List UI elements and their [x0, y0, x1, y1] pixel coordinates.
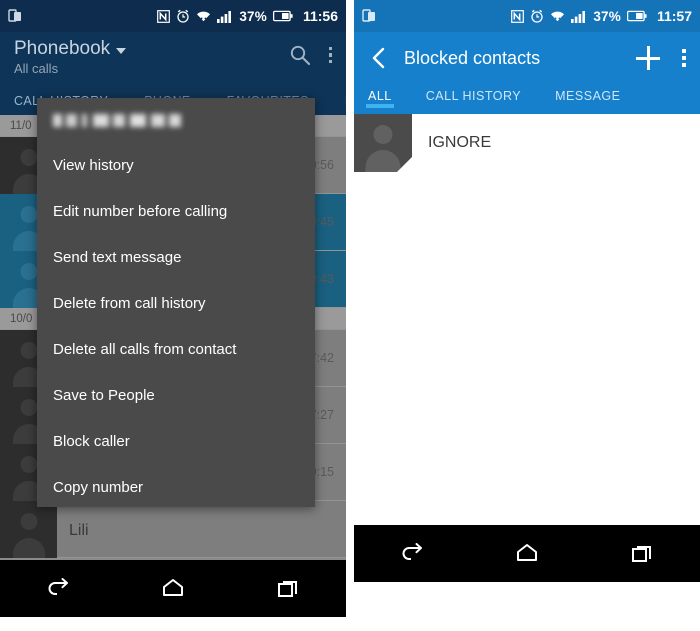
- tab-people[interactable]: PEOPLE: [345, 94, 346, 108]
- avatar: [354, 114, 412, 172]
- wifi-icon: [550, 10, 565, 23]
- status-left-icons: [362, 8, 378, 24]
- call-name: Lili: [57, 521, 334, 539]
- app-bar-titles[interactable]: Phonebook All calls: [14, 38, 127, 77]
- battery-percent-label: 37%: [239, 8, 267, 24]
- menu-item-send-text-message[interactable]: Send text message: [37, 234, 315, 280]
- nfc-icon: [157, 9, 171, 23]
- menu-item-edit-number-before-calling[interactable]: Edit number before calling: [37, 188, 315, 234]
- signal-icon: [217, 10, 233, 23]
- menu-item-copy-number[interactable]: Copy number: [37, 464, 315, 510]
- back-icon[interactable]: [382, 534, 442, 574]
- date-label: 10/0: [10, 312, 33, 325]
- status-right-icons: 37% 11:56: [157, 8, 338, 24]
- battery-icon: [272, 10, 293, 22]
- tab-call-history[interactable]: CALL HISTORY: [426, 84, 521, 103]
- signal-icon: [571, 10, 587, 23]
- back-icon[interactable]: [28, 569, 88, 609]
- wifi-icon: [196, 10, 211, 23]
- page-title: Phonebook: [14, 38, 111, 59]
- file-transfer-icon: [8, 8, 24, 24]
- status-clock: 11:57: [656, 8, 692, 24]
- call-time: 9:45: [309, 215, 334, 229]
- tab-all[interactable]: ALL: [366, 84, 394, 108]
- call-time: 0:56: [309, 158, 334, 172]
- right-status-bar: 37% 11:57: [354, 0, 700, 32]
- call-time: 9:43: [309, 272, 334, 286]
- contact-name: Lili: [69, 521, 89, 539]
- date-label: 11/0: [10, 119, 32, 132]
- overflow-menu-icon[interactable]: [328, 46, 332, 64]
- battery-icon: [626, 10, 647, 22]
- right-navigation-bar: [354, 525, 700, 582]
- left-phone-screen: 37% 11:56 Phonebook All calls CALL 11/0 …: [0, 0, 346, 631]
- blocked-contacts-list: IGNORE: [354, 114, 700, 525]
- right-phone-screen: 37% 11:57 Blocked contacts ALL CALL HIST…: [354, 0, 700, 631]
- status-left-icons: [8, 8, 24, 24]
- contact-name: IGNORE: [428, 134, 492, 151]
- dual-screenshot-container: 37% 11:56 Phonebook All calls CALL 11/0 …: [0, 0, 700, 631]
- status-clock: 11:56: [302, 8, 338, 24]
- chevron-down-icon[interactable]: [116, 47, 127, 54]
- app-subtitle: All calls: [14, 61, 59, 76]
- search-icon[interactable]: [289, 44, 311, 66]
- menu-item-delete-from-call-history[interactable]: Delete from call history: [37, 280, 315, 326]
- context-menu: View history Edit number before calling …: [37, 98, 315, 507]
- call-time: 7:27: [309, 408, 334, 422]
- right-app-bar: Blocked contacts: [354, 32, 700, 84]
- menu-item-save-to-people[interactable]: Save to People: [37, 372, 315, 418]
- context-menu-header: [37, 98, 315, 142]
- tab-message[interactable]: MESSAGE: [555, 84, 620, 103]
- menu-item-block-caller[interactable]: Block caller: [37, 418, 315, 464]
- home-icon[interactable]: [497, 534, 557, 574]
- recent-apps-icon[interactable]: [258, 569, 318, 609]
- back-chevron-icon[interactable]: [368, 47, 390, 69]
- alarm-icon: [530, 9, 544, 23]
- menu-item-view-history[interactable]: View history: [37, 142, 315, 188]
- app-bar-actions: [289, 38, 332, 66]
- plus-icon[interactable]: [636, 46, 660, 70]
- list-item[interactable]: IGNORE: [354, 114, 700, 172]
- battery-percent-label: 37%: [593, 8, 621, 24]
- alarm-icon: [176, 9, 190, 23]
- phone-number-redacted: [53, 113, 181, 127]
- home-icon[interactable]: [143, 569, 203, 609]
- app-title-row[interactable]: Phonebook: [14, 38, 127, 60]
- recent-apps-icon[interactable]: [612, 534, 672, 574]
- left-status-bar: 37% 11:56: [0, 0, 346, 32]
- right-tab-bar: ALL CALL HISTORY MESSAGE: [354, 84, 700, 114]
- nfc-icon: [511, 9, 525, 23]
- menu-item-delete-all-calls-from-contact[interactable]: Delete all calls from contact: [37, 326, 315, 372]
- overflow-menu-icon[interactable]: [682, 49, 686, 67]
- left-app-bar: Phonebook All calls: [0, 32, 346, 87]
- app-bar-actions: [636, 46, 686, 70]
- file-transfer-icon: [362, 8, 378, 24]
- call-time: 7:42: [309, 351, 334, 365]
- page-title: Blocked contacts: [404, 48, 541, 68]
- status-right-icons: 37% 11:57: [511, 8, 692, 24]
- left-navigation-bar: [0, 560, 346, 617]
